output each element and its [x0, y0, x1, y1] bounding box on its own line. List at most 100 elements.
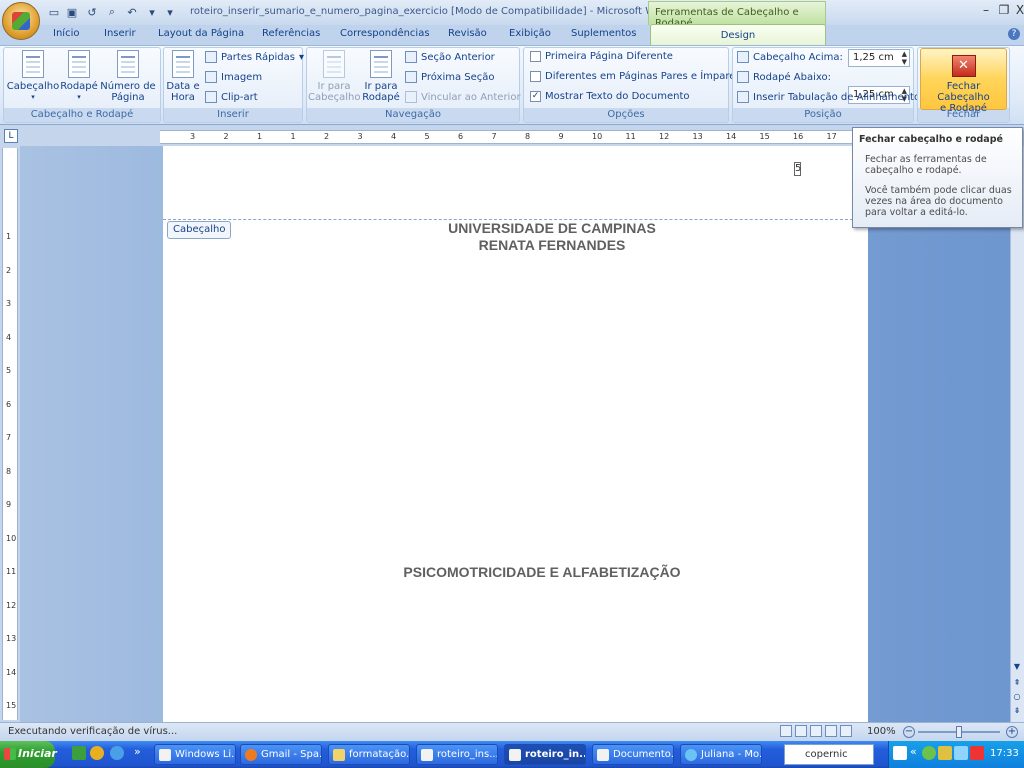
tab-layout[interactable]: Layout da Página — [158, 28, 244, 39]
ruler-tick-label: 3 — [357, 132, 363, 141]
data-hora-button[interactable]: Data e Hora — [166, 50, 200, 103]
vincular-anterior-button[interactable]: Vincular ao Anterior — [405, 91, 521, 103]
outline-icon[interactable] — [825, 725, 837, 737]
partes-rapidas-button[interactable]: Partes Rápidas ▾ — [205, 51, 304, 63]
ruler-tick-label: 5 — [6, 366, 12, 375]
footer-icon — [68, 50, 90, 78]
data-label-1: Data e — [166, 81, 200, 92]
office-button[interactable] — [2, 2, 40, 40]
zoom-out-icon[interactable]: − — [903, 726, 915, 738]
tab-inserir[interactable]: Inserir — [104, 28, 136, 39]
primeira-pagina-checkbox[interactable]: Primeira Página Diferente — [530, 51, 673, 62]
tab-suplementos[interactable]: Suplementos — [571, 28, 636, 39]
quicklaunch-app-icon[interactable] — [72, 746, 86, 760]
messenger-tray-icon[interactable] — [954, 746, 968, 760]
taskbar-button[interactable]: Documento... — [592, 744, 674, 765]
inserir-tabulacao-button[interactable]: Inserir Tabulação de Alinhamento — [737, 91, 920, 103]
taskbar-button-label: Windows Li... — [175, 749, 236, 760]
alert-icon[interactable] — [970, 746, 984, 760]
page-number-field[interactable]: 5 — [794, 162, 801, 176]
cabecalho-button[interactable]: Cabeçalho ▾ — [6, 50, 60, 103]
clipart-button[interactable]: Clip-art — [205, 91, 258, 103]
taskbar-button[interactable]: roteiro_ins... — [416, 744, 498, 765]
horizontal-ruler[interactable]: 321123456789101112131415161718 — [160, 130, 870, 144]
tab-selector-icon[interactable]: L — [4, 129, 18, 143]
close-window-button[interactable]: X — [1012, 2, 1024, 18]
scroll-down-icon[interactable]: ▼ — [1011, 660, 1023, 674]
save-icon[interactable]: ▣ — [64, 4, 80, 20]
print-layout-icon[interactable] — [780, 725, 792, 737]
taskbar-button-label: roteiro_in... — [525, 749, 586, 760]
ir-cabecalho-button[interactable]: Ir para Cabeçalho — [308, 50, 360, 103]
restore-button[interactable]: ❐ — [996, 2, 1012, 18]
ie-icon[interactable] — [110, 746, 124, 760]
clipart-icon — [205, 91, 217, 103]
network-icon[interactable] — [938, 746, 952, 760]
ruler-tick-label: 2 — [324, 132, 330, 141]
tooltip-text-1: Fechar as ferramentas de cabeçalho e rod… — [865, 154, 987, 176]
tray-app-icon[interactable] — [893, 746, 907, 760]
new-doc-icon[interactable]: ▭ — [46, 4, 62, 20]
ir-rodape-button[interactable]: Ir para Rodapé — [360, 50, 402, 103]
taskbar-button-active[interactable]: roteiro_in... — [504, 744, 586, 765]
vertical-ruler[interactable]: 12345678910111213141516 — [2, 148, 18, 744]
imagem-button[interactable]: Imagem — [205, 71, 262, 83]
start-button[interactable]: Iniciar — [0, 741, 57, 768]
group-label: Cabeçalho e Rodapé — [4, 108, 160, 122]
vertical-scrollbar[interactable]: ▲ ▼ ⇞ ○ ⇟ — [1010, 146, 1024, 722]
tab-design[interactable]: Design — [650, 24, 826, 46]
proxima-secao-button[interactable]: Próxima Seção — [405, 71, 495, 83]
rodape-label: Rodapé — [60, 81, 98, 92]
minimize-button[interactable]: – — [978, 2, 994, 18]
spinner-arrows-icon[interactable]: ▲ ▼ — [902, 50, 907, 66]
ruler-tick-label: 14 — [6, 667, 17, 677]
zoom-in-icon[interactable]: + — [1006, 726, 1018, 738]
taskbar-button[interactable]: Juliana - Mo... — [680, 744, 762, 765]
print-preview-icon[interactable]: ⌕ — [104, 4, 120, 20]
numero-pagina-button[interactable]: Número de Página — [99, 50, 157, 103]
antivirus-icon[interactable] — [922, 746, 936, 760]
search-input[interactable]: copernic — [784, 744, 874, 765]
ruler-tick-label: 1 — [6, 232, 12, 241]
cabecalho-acima-spinner[interactable]: 1,25 cm ▲ ▼ — [848, 49, 910, 67]
pares-impares-checkbox[interactable]: Diferentes em Páginas Pares e Ímpares — [530, 71, 741, 82]
taskbar-button[interactable]: Gmail - Spa... — [240, 744, 322, 765]
customize-qat-icon[interactable]: ▾ — [162, 4, 178, 20]
web-layout-icon[interactable] — [810, 725, 822, 737]
quicklaunch-more-icon[interactable]: » — [134, 745, 141, 758]
draft-icon[interactable] — [840, 725, 852, 737]
taskbar-button[interactable]: formatação... — [328, 744, 410, 765]
ruler-tick-label: 15 — [6, 701, 17, 710]
redo-icon[interactable]: ▾ — [144, 4, 160, 20]
tab-correspondencias[interactable]: Correspondências — [340, 28, 430, 39]
body-title[interactable]: PSICOMOTRICIDADE E ALFABETIZAÇÃO — [342, 564, 742, 580]
header-line-1[interactable]: UNIVERSIDADE DE CAMPINAS — [352, 220, 752, 236]
mostrar-texto-checkbox[interactable]: ✓ Mostrar Texto do Documento — [530, 91, 690, 102]
full-screen-reading-icon[interactable] — [795, 725, 807, 737]
undo-history-icon[interactable]: ↺ — [84, 4, 100, 20]
next-page-icon[interactable]: ⇟ — [1011, 704, 1023, 718]
previous-page-icon[interactable]: ⇞ — [1011, 676, 1023, 690]
browse-object-icon[interactable]: ○ — [1011, 690, 1023, 704]
taskbar-button[interactable]: Windows Li... — [154, 744, 236, 765]
checkbox-unchecked-icon — [530, 71, 541, 82]
group-label: Opções — [524, 108, 728, 122]
ruler-tick-label: 12 — [6, 600, 17, 610]
header-line-2[interactable]: RENATA FERNANDES — [352, 237, 752, 253]
tab-inicio[interactable]: Início — [53, 28, 79, 39]
zoom-level[interactable]: 100% — [867, 726, 896, 737]
tray-expand-icon[interactable]: « — [910, 745, 917, 758]
checkbox-checked-icon: ✓ — [530, 91, 541, 102]
zoom-slider-thumb[interactable] — [956, 726, 962, 738]
help-icon[interactable]: ? — [1008, 28, 1020, 40]
tab-referencias[interactable]: Referências — [262, 28, 320, 39]
fechar-cabecalho-rodape-button[interactable]: ✕ Fechar Cabeçalho e Rodapé — [920, 48, 1007, 114]
chrome-icon[interactable] — [90, 746, 104, 760]
ruler-tick-label: 14 — [726, 132, 737, 141]
secao-anterior-button[interactable]: Seção Anterior — [405, 51, 495, 63]
rodape-button[interactable]: Rodapé ▾ — [59, 50, 99, 103]
undo-icon[interactable]: ↶ — [124, 4, 140, 20]
tab-exibicao[interactable]: Exibição — [509, 28, 551, 39]
ruler-tick-label: 7 — [491, 132, 497, 141]
tab-revisao[interactable]: Revisão — [448, 28, 487, 39]
